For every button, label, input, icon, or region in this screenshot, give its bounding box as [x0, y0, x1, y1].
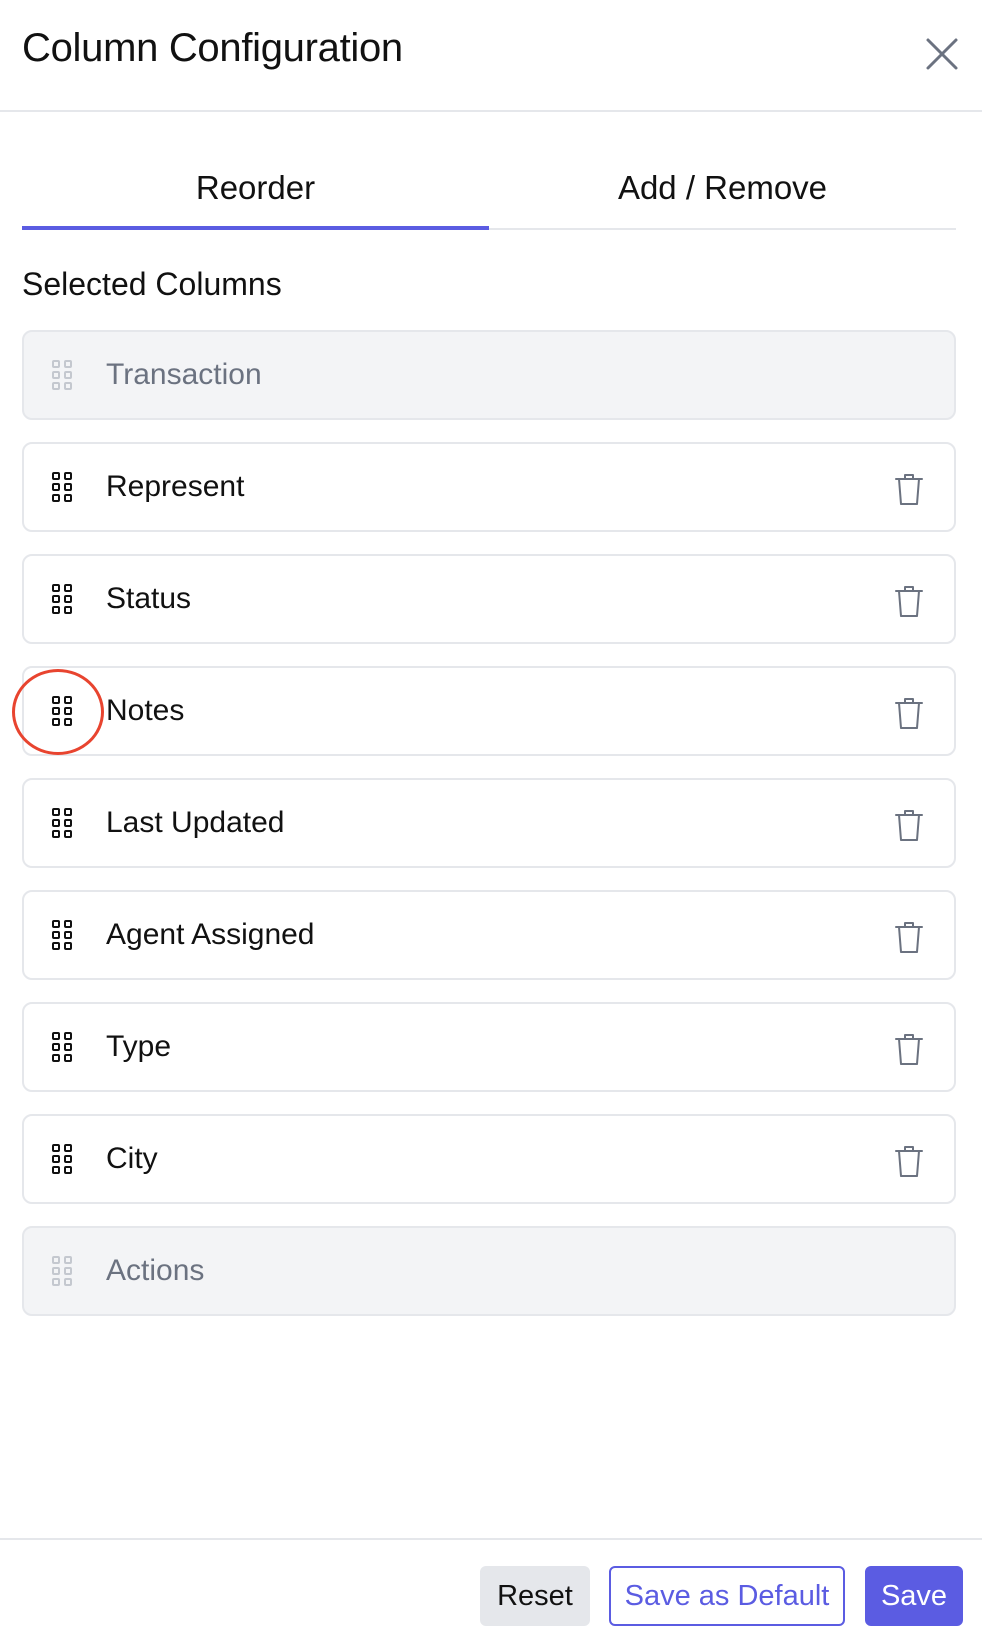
column-row-actions: Actions: [22, 1226, 956, 1316]
column-row-city[interactable]: City: [22, 1114, 956, 1204]
trash-icon[interactable]: [894, 1032, 924, 1066]
panel-footer: Reset Save as Default Save: [0, 1538, 982, 1636]
column-row-type[interactable]: Type: [22, 1002, 956, 1092]
column-label: Type: [106, 1030, 172, 1063]
close-icon: [926, 38, 958, 70]
column-label: Transaction: [106, 358, 262, 391]
trash-icon[interactable]: [894, 472, 924, 506]
drag-handle-icon[interactable]: [52, 1144, 74, 1176]
column-label: Agent Assigned: [106, 918, 315, 951]
tab-reorder[interactable]: Reorder: [22, 150, 489, 230]
drag-handle-icon: [52, 360, 72, 390]
reset-button[interactable]: Reset: [480, 1566, 590, 1626]
column-label: Last Updated: [106, 806, 285, 839]
column-label: Actions: [106, 1254, 205, 1287]
trash-icon[interactable]: [894, 808, 924, 842]
save-button[interactable]: Save: [865, 1566, 963, 1626]
column-row-agent-assigned[interactable]: Agent Assigned: [22, 890, 956, 980]
close-button[interactable]: [918, 30, 966, 78]
column-row-transaction: Transaction: [22, 330, 956, 420]
column-configuration-panel: Column Configuration Reorder Add / Remov…: [0, 0, 982, 1636]
column-row-represent[interactable]: Represent: [22, 442, 956, 532]
column-label: Represent: [106, 470, 245, 503]
drag-handle-icon[interactable]: [52, 1032, 74, 1064]
column-label: Status: [106, 582, 192, 615]
column-row-notes[interactable]: Notes: [22, 666, 956, 756]
drag-handle-icon[interactable]: [52, 808, 74, 840]
tab-add-remove[interactable]: Add / Remove: [489, 150, 956, 230]
section-title: Selected Columns: [22, 266, 282, 302]
column-row-status[interactable]: Status: [22, 554, 956, 644]
save-as-default-button[interactable]: Save as Default: [609, 1566, 845, 1626]
column-label: Notes: [106, 694, 185, 727]
panel-header: Column Configuration: [0, 0, 982, 112]
drag-handle-icon[interactable]: [52, 696, 74, 728]
drag-handle-icon[interactable]: [52, 472, 74, 504]
trash-icon[interactable]: [894, 1144, 924, 1178]
drag-handle-icon: [52, 1256, 72, 1286]
trash-icon[interactable]: [894, 584, 924, 618]
drag-handle-icon[interactable]: [52, 584, 74, 616]
column-label: City: [106, 1142, 158, 1175]
trash-icon[interactable]: [894, 920, 924, 954]
column-row-last-updated[interactable]: Last Updated: [22, 778, 956, 868]
trash-icon[interactable]: [894, 696, 924, 730]
panel-title: Column Configuration: [22, 26, 403, 70]
drag-handle-icon[interactable]: [52, 920, 74, 952]
tab-bar: Reorder Add / Remove: [22, 150, 956, 230]
